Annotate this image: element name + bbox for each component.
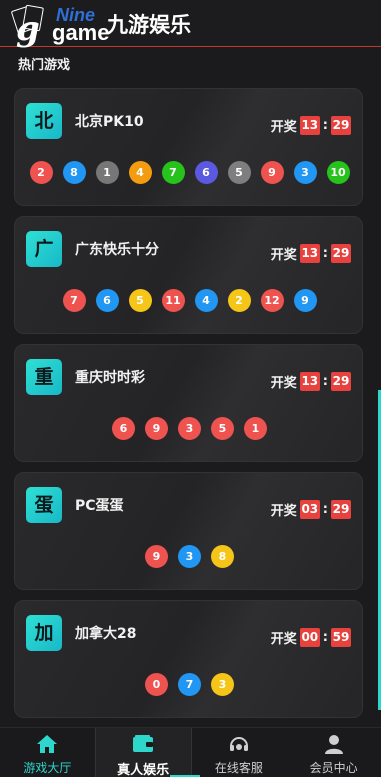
result-ball: 3 — [293, 161, 317, 184]
result-balls: 69351 — [15, 417, 364, 440]
countdown-seconds: 29 — [331, 115, 351, 135]
result-ball: 11 — [161, 289, 185, 312]
nav-live-casino[interactable]: 真人娱乐 — [94, 728, 200, 777]
game-badge-icon: 北 — [26, 103, 62, 139]
game-name: 北京PK10 — [75, 114, 144, 130]
result-ball: 8 — [62, 161, 86, 184]
result-ball: 9 — [145, 417, 168, 440]
result-ball: 9 — [145, 545, 168, 568]
draw-label: 开奖 — [270, 247, 297, 263]
result-ball: 6 — [95, 289, 119, 312]
nav-label: 会员中心 — [309, 761, 358, 775]
result-ball: 12 — [260, 289, 284, 312]
result-ball: 7 — [178, 673, 201, 696]
headset-icon — [229, 737, 248, 751]
countdown-minutes: 13 — [299, 115, 320, 135]
nav-label: 在线客服 — [214, 761, 263, 775]
countdown-seconds: 29 — [331, 499, 351, 519]
draw-countdown: 开奖 03:29 — [271, 499, 351, 519]
countdown-minutes: 00 — [299, 627, 320, 647]
game-badge-icon: 蛋 — [26, 487, 62, 523]
draw-label: 开奖 — [270, 631, 297, 647]
draw-countdown: 开奖 00:59 — [271, 627, 351, 647]
game-name: 重庆时时彩 — [75, 370, 145, 386]
result-balls: 938 — [15, 545, 364, 568]
app-logo[interactable]: g Nine game 九游娱乐 — [10, 4, 192, 46]
game-badge-icon: 广 — [26, 231, 62, 267]
result-ball: 4 — [194, 289, 218, 312]
result-ball: 3 — [178, 545, 201, 568]
nav-customer-service[interactable]: 在线客服 — [192, 728, 287, 777]
result-ball: 10 — [326, 161, 350, 184]
game-card[interactable]: 北北京PK10 开奖 13:29 2 8 1 4 7 6 5 9 3 10 — [14, 88, 363, 206]
countdown-seconds: 59 — [331, 627, 351, 647]
result-ball: 7 — [62, 289, 86, 312]
game-card[interactable]: 加加拿大28 开奖 00:59 0 7 3 — [14, 600, 363, 718]
result-ball: 5 — [211, 417, 234, 440]
nav-member-center[interactable]: 会员中心 — [286, 728, 381, 777]
result-ball: 1 — [244, 417, 267, 440]
countdown-minutes: 13 — [299, 243, 320, 263]
countdown-separator: : — [322, 245, 328, 261]
result-balls: 073 — [15, 673, 364, 696]
result-ball: 6 — [194, 161, 218, 184]
user-icon — [324, 735, 343, 754]
game-badge-icon: 加 — [26, 615, 62, 651]
draw-countdown: 开奖 13:29 — [271, 115, 351, 135]
result-ball: 4 — [128, 161, 152, 184]
game-badge-icon: 重 — [26, 359, 62, 395]
countdown-separator: : — [322, 629, 328, 645]
result-ball: 6 — [112, 417, 135, 440]
countdown-seconds: 29 — [331, 243, 351, 263]
countdown-separator: : — [322, 117, 328, 133]
result-balls: 2 8 1 4 7 6 5 9 3 10 — [15, 161, 364, 184]
result-ball: 2 — [29, 161, 53, 184]
logo-brand-text: 九游娱乐 — [107, 13, 191, 37]
game-name: PC蛋蛋 — [75, 498, 124, 514]
result-ball: 9 — [293, 289, 317, 312]
cards-logo-icon: g — [10, 4, 52, 46]
draw-countdown: 开奖 13:29 — [271, 371, 351, 391]
game-name: 加拿大28 — [75, 626, 137, 642]
wallet-icon — [133, 735, 154, 752]
draw-countdown: 开奖 13:29 — [271, 243, 351, 263]
result-ball: 1 — [95, 161, 119, 184]
countdown-seconds: 29 — [331, 371, 351, 391]
countdown-separator: : — [322, 373, 328, 389]
result-ball: 2 — [227, 289, 251, 312]
bottom-nav: 游戏大厅 真人娱乐 在线客服 会员中心 — [0, 727, 381, 777]
home-icon — [37, 735, 58, 753]
countdown-separator: : — [322, 501, 328, 517]
result-ball: 5 — [128, 289, 152, 312]
countdown-minutes: 03 — [299, 499, 320, 519]
app-header: g Nine game 九游娱乐 — [0, 0, 381, 47]
result-ball: 9 — [260, 161, 284, 184]
result-ball: 3 — [211, 673, 234, 696]
draw-label: 开奖 — [270, 503, 297, 519]
game-card[interactable]: 广广东快乐十分 开奖 13:29 7 6 5 11 4 2 12 9 — [14, 216, 363, 334]
game-card[interactable]: 蛋 PC蛋蛋 开奖 03:29 9 3 8 — [14, 472, 363, 590]
game-card[interactable]: 重重庆时时彩 开奖 13:29 6 9 3 5 1 — [14, 344, 363, 462]
draw-label: 开奖 — [270, 375, 297, 391]
logo-game-text: game — [52, 20, 110, 45]
result-ball: 5 — [227, 161, 251, 184]
nav-label: 游戏大厅 — [23, 761, 72, 775]
game-name: 广东快乐十分 — [75, 242, 159, 258]
countdown-minutes: 13 — [299, 371, 320, 391]
nav-game-hall[interactable]: 游戏大厅 — [0, 728, 95, 777]
result-ball: 0 — [145, 673, 168, 696]
result-ball: 8 — [211, 545, 234, 568]
section-title: 热门游戏 — [18, 58, 71, 73]
result-ball: 3 — [178, 417, 201, 440]
draw-label: 开奖 — [270, 119, 297, 135]
result-ball: 7 — [161, 161, 185, 184]
result-balls: 7 6 5 11 4 2 12 9 — [15, 289, 364, 312]
